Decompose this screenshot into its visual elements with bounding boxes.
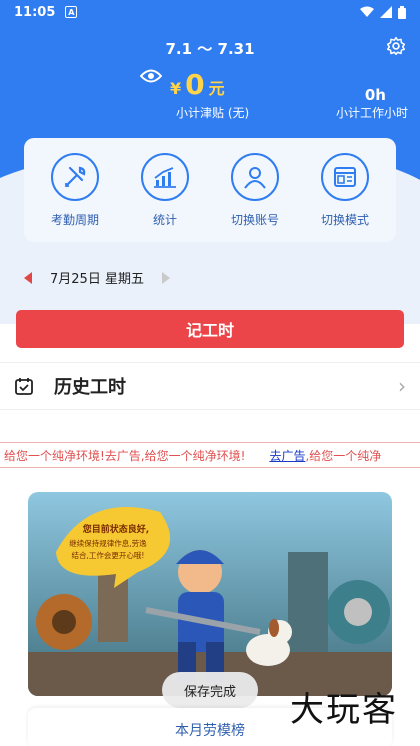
tools-card: 考勤周期 统计 切换账号 切换模式: [24, 138, 396, 242]
allowance-amount: ¥ 0 元: [170, 68, 225, 101]
calendar-check-icon: [15, 378, 33, 395]
history-label: 历史工时: [54, 377, 126, 398]
remove-ads-link[interactable]: 去广告: [269, 447, 305, 464]
status-time: 11:05: [14, 4, 56, 20]
status-bar: 11:05 A: [0, 0, 420, 24]
tool-label: 切换模式: [320, 212, 369, 227]
tool-attendance-period[interactable]: 考勤周期: [35, 152, 115, 228]
tool-label: 考勤周期: [50, 212, 99, 227]
eye-icon[interactable]: [140, 68, 162, 84]
bar-chart-icon: [141, 152, 189, 201]
date-selector: 7月25日 星期五: [24, 268, 170, 287]
worker-illustration: 您目前状态良好, 继续保持规律作息,劳逸 结合,工作会更开心哦!: [28, 492, 392, 696]
ad-text: 给您一个纯净环境!去广告,给您一个纯净环境!: [4, 448, 246, 463]
tool-switch-mode[interactable]: 切换模式: [305, 152, 385, 228]
previous-day-icon[interactable]: [24, 271, 32, 284]
svg-text:继续保持规律作息,劳逸: 继续保持规律作息,劳逸: [69, 538, 147, 548]
hours-value: 0h: [364, 86, 386, 104]
chevron-right-icon: ›: [398, 374, 406, 398]
svg-text:结合,工作会更开心哦!: 结合,工作会更开心哦!: [72, 550, 145, 560]
hours-label: 小计工作小时: [335, 106, 408, 120]
monthly-ranking-label: 本月劳模榜: [175, 723, 245, 739]
signal-icon: [380, 6, 392, 18]
record-hours-button[interactable]: 记工时: [16, 310, 404, 348]
save-toast: 保存完成: [162, 672, 258, 708]
tool-label: 切换账号: [230, 212, 279, 227]
tool-statistics[interactable]: 统计: [125, 152, 205, 228]
tool-label: 统计: [152, 212, 177, 227]
ad-text-after: ,给您一个纯净: [305, 448, 382, 463]
currency-symbol: ¥: [170, 79, 182, 98]
battery-icon: [398, 5, 406, 19]
status-icons: [360, 5, 406, 19]
next-day-icon[interactable]: [161, 271, 170, 284]
svg-text:您目前状态良好,: 您目前状态良好,: [83, 523, 149, 535]
period-date-range[interactable]: 7.1 ～ 7.31: [0, 38, 420, 59]
allowance-value: 0: [185, 68, 205, 101]
notification-icon: A: [65, 6, 78, 18]
selected-date[interactable]: 7月25日 星期五: [50, 268, 144, 287]
currency-unit: 元: [208, 79, 225, 98]
user-icon: [231, 152, 279, 201]
gear-icon[interactable]: [386, 36, 406, 56]
layout-icon: [321, 152, 369, 201]
tool-switch-account[interactable]: 切换账号: [215, 152, 295, 228]
ad-banner: 给您一个纯净环境!去广告,给您一个纯净环境! 去广告 ,给您一个纯净: [0, 442, 420, 468]
history-hours-row[interactable]: 历史工时 ›: [0, 362, 420, 410]
tools-icon: [51, 152, 99, 201]
wifi-icon: [360, 6, 374, 17]
watermark-logo: 大玩客: [290, 690, 398, 730]
allowance-label: 小计津贴 (无): [176, 106, 250, 120]
